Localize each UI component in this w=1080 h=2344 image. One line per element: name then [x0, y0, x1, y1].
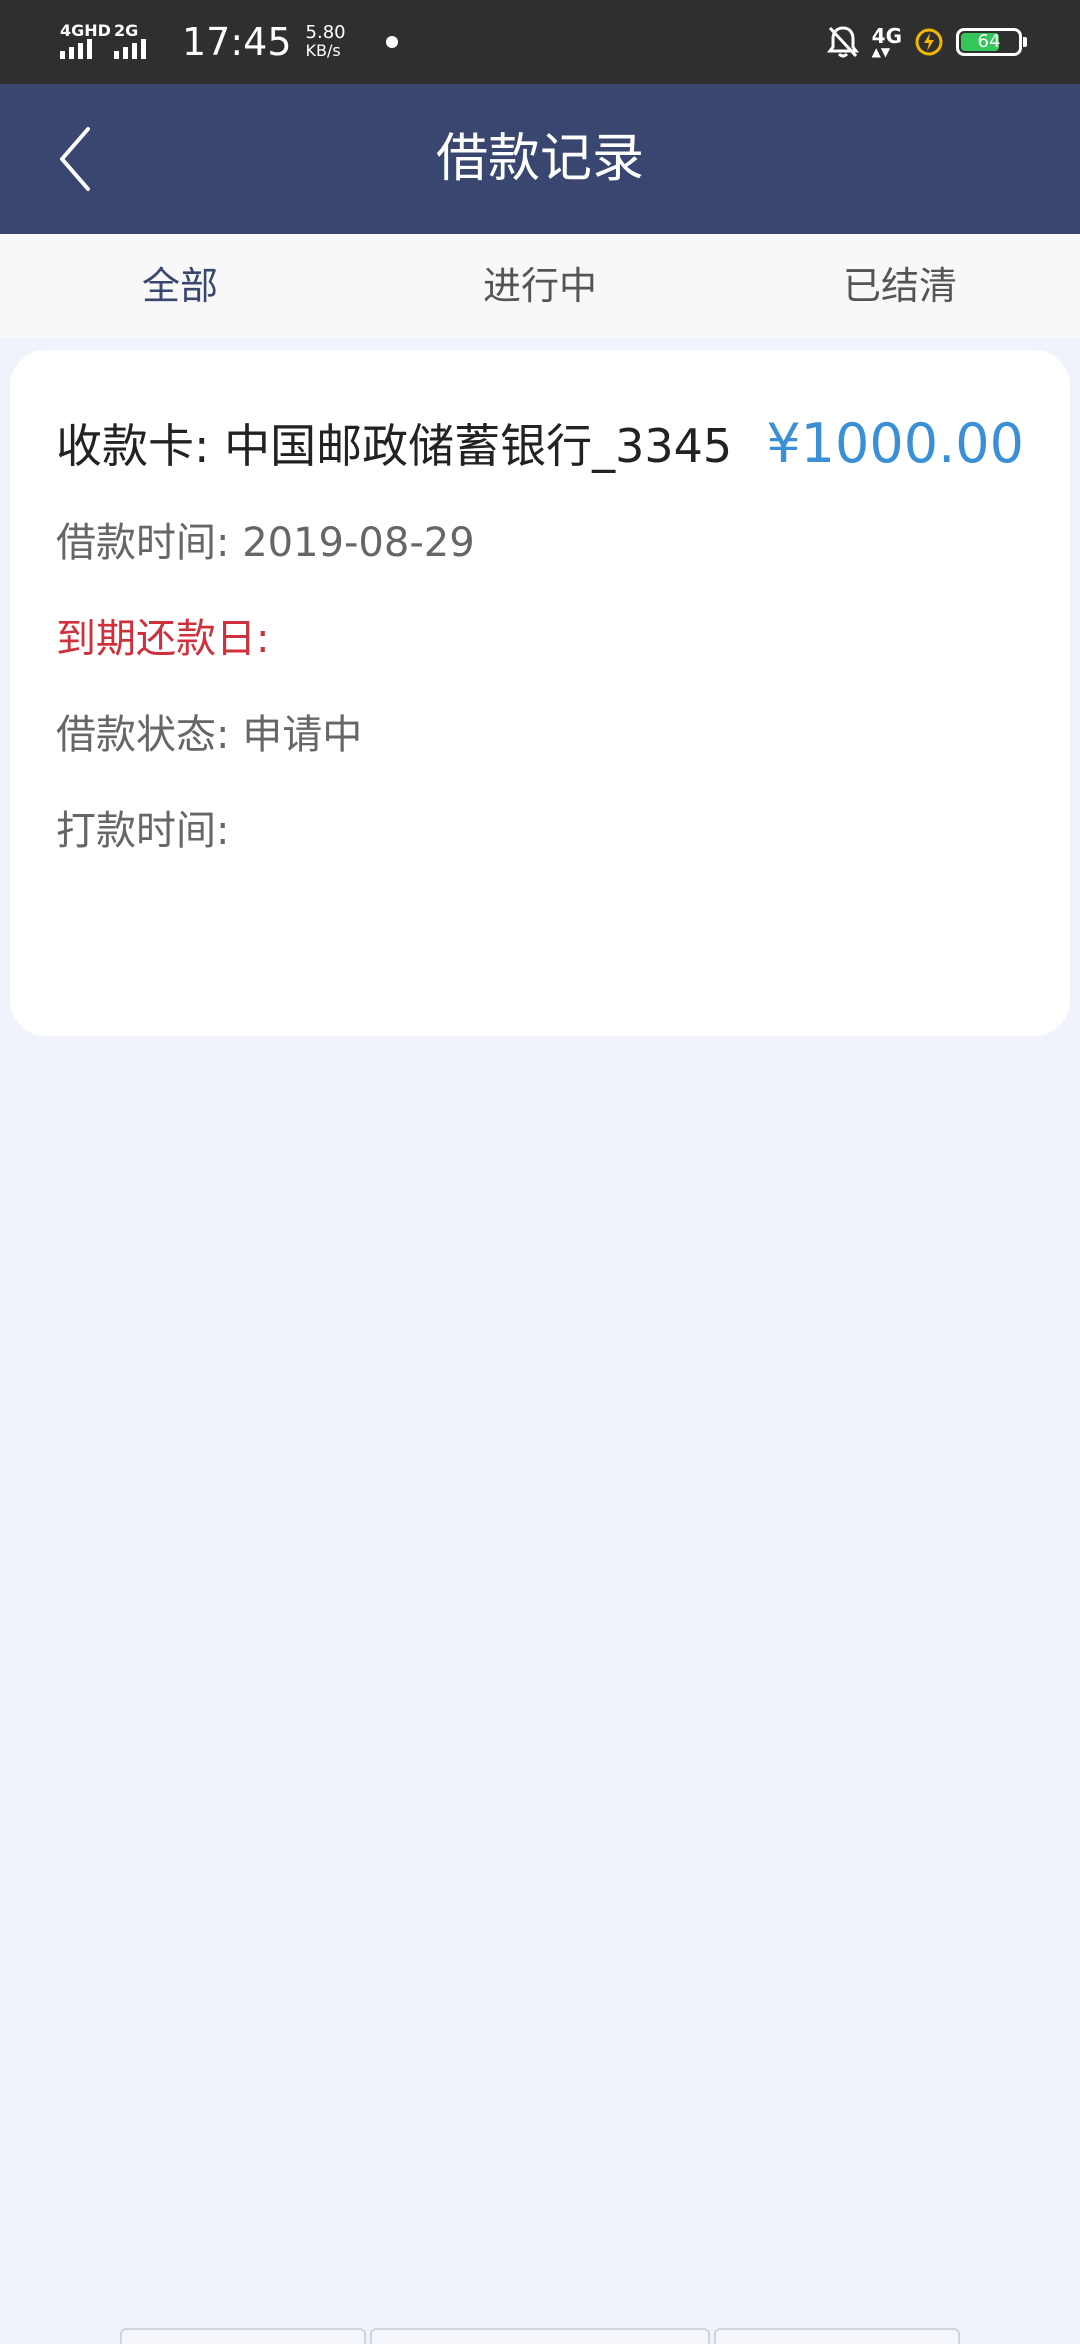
- battery-icon: 64: [956, 28, 1027, 56]
- payout-time-label: 打款时间:: [56, 808, 230, 854]
- due-date-row: 到期还款日:: [56, 606, 269, 664]
- speed-unit: KB/s: [305, 41, 341, 60]
- bottom-element-2: [370, 2328, 710, 2344]
- due-date-label: 到期还款日:: [56, 616, 270, 662]
- signal-icon: 4GHD: [60, 17, 111, 67]
- receiving-card-label: 收款卡:: [56, 419, 225, 473]
- bottom-element-3: [714, 2328, 960, 2344]
- charging-icon: [915, 28, 943, 56]
- loan-status-row: 借款状态: 申请中: [56, 702, 362, 760]
- notification-dot-icon: [385, 36, 398, 48]
- mute-bell-icon: [826, 26, 859, 58]
- receiving-card: 收款卡: 中国邮政储蓄银行_3345: [56, 410, 732, 476]
- bottom-element-1: [120, 2328, 366, 2344]
- page-title: 借款记录: [435, 129, 644, 189]
- status-bar: 4GHD 2G 17:45 5.80 KB/s 4G ▲▼ 64: [0, 0, 1080, 84]
- tab-bar: 全部 进行中 已结清: [0, 234, 1080, 338]
- receiving-card-value: 中国邮政储蓄银行_3345: [224, 419, 733, 473]
- speed-value: 5.80: [305, 22, 346, 43]
- loan-amount: ¥1000.00: [766, 411, 1024, 475]
- loan-time-row: 借款时间: 2019-08-29: [56, 510, 475, 568]
- loan-time-value: 2019-08-29: [242, 520, 475, 566]
- tab-in-progress[interactable]: 进行中: [360, 234, 720, 338]
- loan-time-label: 借款时间:: [56, 520, 243, 566]
- network-4g-icon: 4G ▲▼: [871, 24, 902, 59]
- loan-status-label: 借款状态:: [56, 712, 243, 758]
- network-label-2: 2G: [114, 21, 139, 40]
- app-header: 借款记录: [0, 84, 1080, 234]
- battery-level: 64: [977, 31, 1001, 52]
- tab-all[interactable]: 全部: [0, 234, 360, 338]
- loan-record-card[interactable]: 收款卡: 中国邮政储蓄银行_3345 ¥1000.00 借款时间: 2019-0…: [10, 350, 1070, 1036]
- network-label-1: 4GHD: [60, 21, 111, 40]
- payout-time-row: 打款时间:: [56, 798, 229, 856]
- status-time: 17:45: [182, 20, 292, 64]
- status-left: 4GHD 2G 17:45 5.80 KB/s: [60, 12, 398, 72]
- network-speed: 5.80 KB/s: [306, 24, 346, 60]
- card-header: 收款卡: 中国邮政储蓄银行_3345 ¥1000.00: [56, 410, 1024, 476]
- status-right: 4G ▲▼ 64: [826, 18, 1027, 66]
- loan-status-value: 申请中: [242, 712, 363, 758]
- signal-icon-2: 2G: [114, 17, 162, 67]
- tab-settled[interactable]: 已结清: [720, 234, 1080, 338]
